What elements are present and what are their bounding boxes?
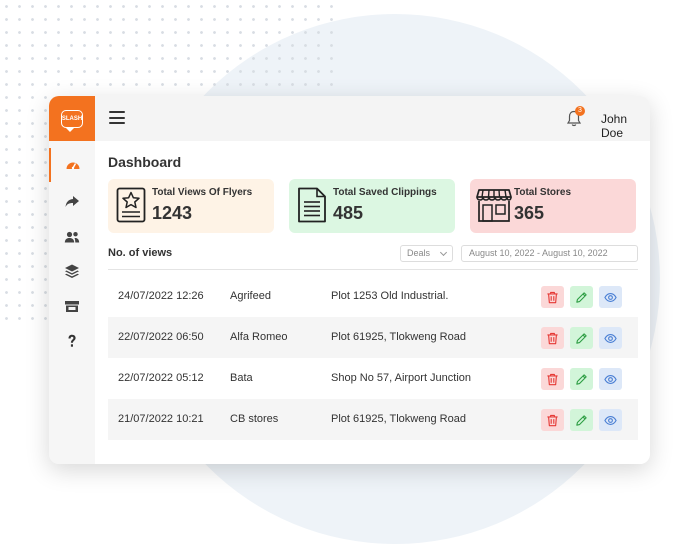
- view-button[interactable]: [599, 327, 622, 349]
- edit-button[interactable]: [570, 286, 593, 308]
- card-value: 365: [514, 203, 545, 223]
- cell-name: Alfa Romeo: [230, 331, 288, 343]
- main-content: Dashboard Total Views Of Flyers 1243 Tot…: [95, 141, 650, 464]
- user-name[interactable]: John Doe: [601, 112, 650, 140]
- view-button[interactable]: [599, 409, 622, 431]
- cell-datetime: 22/07/2022 05:12: [118, 372, 204, 384]
- card-label: Total Stores: [514, 187, 572, 198]
- edit-button[interactable]: [570, 327, 593, 349]
- document-icon: [298, 187, 326, 223]
- trash-icon: [547, 373, 558, 385]
- card-value: 485: [333, 203, 364, 223]
- users-icon: [64, 231, 80, 243]
- cell-name: Agrifeed: [230, 290, 271, 302]
- share-arrow-icon: [65, 196, 79, 207]
- card-total-stores: Total Stores 365: [470, 179, 636, 233]
- pencil-icon: [576, 414, 587, 426]
- section-title: No. of views: [108, 247, 173, 259]
- sidebar-item-share[interactable]: [49, 184, 95, 218]
- table-row: 22/07/2022 06:50 Alfa Romeo Plot 61925, …: [108, 317, 638, 358]
- storefront-icon: [476, 189, 512, 222]
- logo-text: SLASH: [61, 115, 83, 122]
- row-actions: [541, 327, 622, 349]
- cell-datetime: 22/07/2022 06:50: [118, 331, 204, 343]
- eye-icon: [604, 333, 617, 343]
- trash-icon: [547, 332, 558, 344]
- notification-badge: 3: [575, 106, 585, 116]
- trash-icon: [547, 414, 558, 426]
- divider: [108, 269, 638, 270]
- deals-filter-select[interactable]: Deals: [400, 245, 453, 262]
- cell-name: CB stores: [230, 413, 279, 425]
- card-total-saved-clippings: Total Saved Clippings 485: [289, 179, 455, 233]
- card-total-views-of-flyers: Total Views Of Flyers 1243: [108, 179, 274, 233]
- view-button[interactable]: [599, 368, 622, 390]
- table-row: 22/07/2022 05:12 Bata Shop No 57, Airpor…: [108, 358, 638, 399]
- row-actions: [541, 368, 622, 390]
- cell-datetime: 21/07/2022 10:21: [118, 413, 204, 425]
- edit-button[interactable]: [570, 368, 593, 390]
- edit-button[interactable]: [570, 409, 593, 431]
- gauge-icon: [66, 162, 80, 170]
- card-value: 1243: [152, 203, 193, 223]
- views-table: 24/07/2022 12:26 Agrifeed Plot 1253 Old …: [108, 276, 638, 440]
- eye-icon: [604, 374, 617, 384]
- cell-name: Bata: [230, 372, 253, 384]
- delete-button[interactable]: [541, 409, 564, 431]
- cell-address: Plot 61925, Tlokweng Road: [331, 331, 466, 343]
- sidebar-item-layers[interactable]: [49, 254, 95, 288]
- top-bar: 3 John Doe: [95, 96, 650, 141]
- sidebar-item-users[interactable]: [49, 220, 95, 254]
- table-row: 24/07/2022 12:26 Agrifeed Plot 1253 Old …: [108, 276, 638, 317]
- card-label: Total Views Of Flyers: [152, 187, 253, 198]
- row-actions: [541, 286, 622, 308]
- sidebar-item-help[interactable]: [49, 324, 95, 358]
- flyer-star-icon: [116, 187, 146, 223]
- eye-icon: [604, 415, 617, 425]
- cell-address: Plot 61925, Tlokweng Road: [331, 413, 466, 425]
- app-logo[interactable]: SLASH: [49, 96, 95, 141]
- delete-button[interactable]: [541, 368, 564, 390]
- sidebar-item-stores[interactable]: [49, 289, 95, 323]
- cell-address: Plot 1253 Old Industrial.: [331, 290, 449, 302]
- pencil-icon: [576, 373, 587, 385]
- pencil-icon: [576, 332, 587, 344]
- trash-icon: [547, 291, 558, 303]
- dashboard-window: SLASH 3 John Doe Dashboard Total Views O…: [49, 96, 650, 464]
- layers-icon: [65, 264, 79, 278]
- cell-datetime: 24/07/2022 12:26: [118, 290, 204, 302]
- table-row: 21/07/2022 10:21 CB stores Plot 61925, T…: [108, 399, 638, 440]
- date-range-picker[interactable]: August 10, 2022 - August 10, 2022: [461, 245, 638, 262]
- question-icon: [68, 334, 76, 347]
- store-icon: [65, 301, 79, 312]
- page-title: Dashboard: [108, 154, 182, 170]
- pencil-icon: [576, 291, 587, 303]
- delete-button[interactable]: [541, 286, 564, 308]
- view-button[interactable]: [599, 286, 622, 308]
- sidebar-item-dashboard[interactable]: [49, 148, 95, 182]
- sidebar: SLASH: [49, 96, 95, 464]
- cell-address: Shop No 57, Airport Junction: [331, 372, 472, 384]
- menu-icon[interactable]: [109, 111, 125, 124]
- eye-icon: [604, 292, 617, 302]
- card-label: Total Saved Clippings: [333, 187, 437, 198]
- logo-badge: SLASH: [61, 109, 83, 132]
- row-actions: [541, 409, 622, 431]
- delete-button[interactable]: [541, 327, 564, 349]
